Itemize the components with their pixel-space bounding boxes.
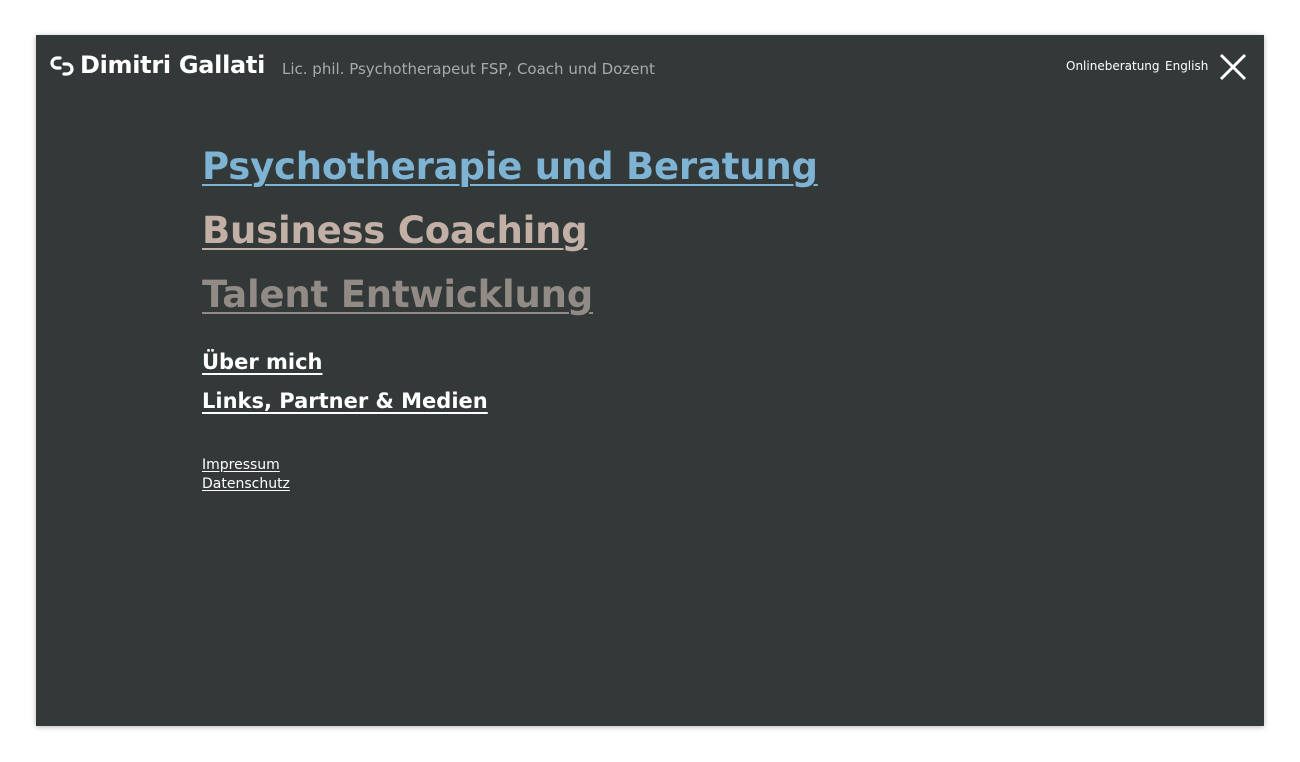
close-icon[interactable] — [1217, 51, 1249, 83]
menu-item-talent-entwicklung[interactable]: Talent Entwicklung — [202, 263, 818, 327]
menu-item-psychotherapie[interactable]: Psychotherapie und Beratung — [202, 135, 818, 199]
primary-menu: Psychotherapie und Beratung Business Coa… — [202, 135, 818, 327]
menu-item-datenschutz[interactable]: Datenschutz — [202, 475, 290, 494]
brand-name[interactable]: Dimitri Gallati — [80, 50, 265, 80]
menu-item-links-partner-medien[interactable]: Links, Partner & Medien — [202, 382, 488, 421]
legal-menu: Impressum Datenschutz — [202, 456, 290, 494]
menu-item-impressum[interactable]: Impressum — [202, 456, 290, 475]
brand-tagline: Lic. phil. Psychotherapeut FSP, Coach un… — [282, 60, 655, 78]
menu-item-ueber-mich[interactable]: Über mich — [202, 343, 488, 382]
dg-logo-icon[interactable] — [50, 55, 74, 77]
menu-overlay: Dimitri Gallati Lic. phil. Psychotherape… — [36, 35, 1264, 726]
language-switch-link[interactable]: English — [1165, 58, 1208, 74]
menu-item-business-coaching[interactable]: Business Coaching — [202, 199, 818, 263]
online-consulting-link[interactable]: Onlineberatung — [1066, 58, 1160, 74]
secondary-menu: Über mich Links, Partner & Medien — [202, 343, 488, 421]
